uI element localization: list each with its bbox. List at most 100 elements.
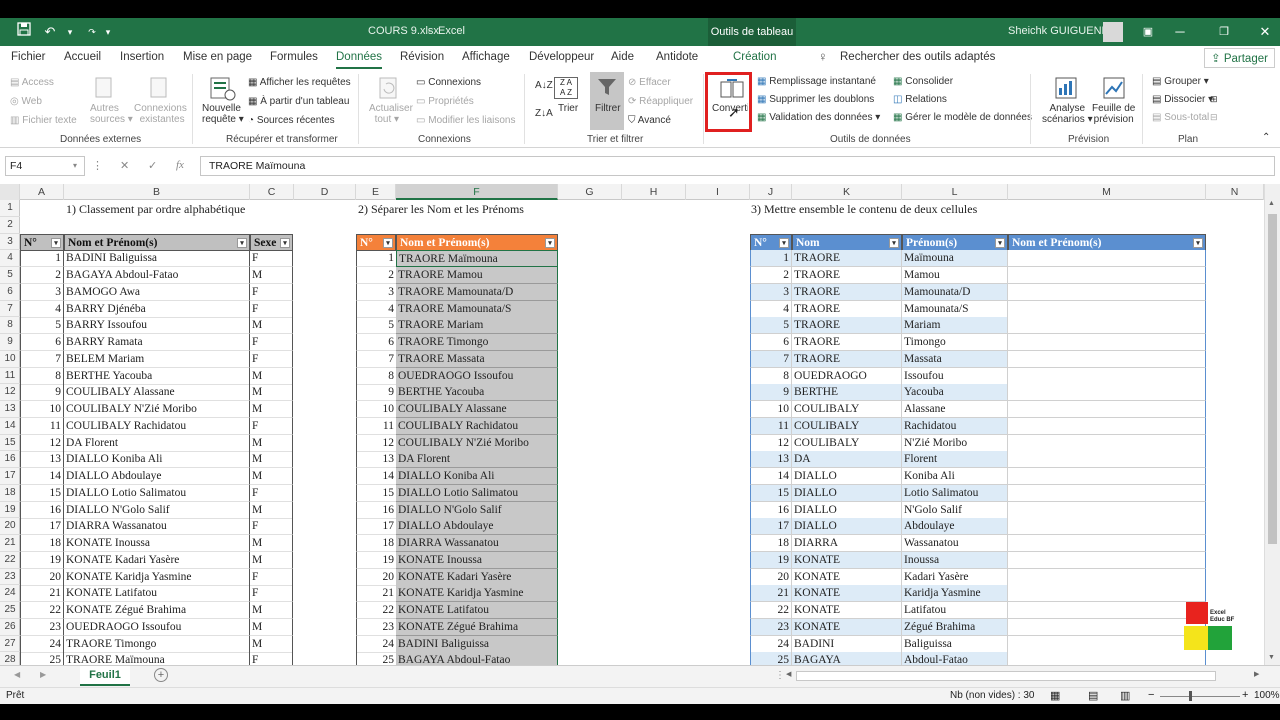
tab-affichage[interactable]: Affichage [462,51,510,63]
table1-cell[interactable]: M [250,501,293,519]
table1-cell[interactable]: M [250,384,293,402]
table2-cell[interactable]: 20 [356,568,396,586]
table3-cell[interactable]: BADINI [792,635,902,653]
table3-cell[interactable]: 1 [750,250,792,268]
row-header[interactable]: 7 [0,301,20,318]
scroll-up-icon[interactable]: ▲ [1268,200,1275,207]
table1-cell[interactable]: F [250,484,293,502]
table3-cell[interactable]: Issoufou [902,367,1008,385]
table3-cell[interactable] [1008,618,1206,636]
table1-cell[interactable]: COULIBALY Rachidatou [64,417,250,435]
subtotal-button[interactable]: ▤ Sous-total [1152,112,1209,123]
table2-cell[interactable]: 17 [356,518,396,536]
table3-cell[interactable]: 19 [750,551,792,569]
tab-formules[interactable]: Formules [270,51,318,63]
row-header[interactable]: 26 [0,619,20,636]
col-header-d[interactable]: D [294,184,356,200]
table2-cell[interactable]: 3 [356,283,396,301]
close-icon[interactable]: ✕ [1255,22,1275,42]
refresh-all-button[interactable]: Actualiser tout ▾ [369,103,413,125]
row-header[interactable]: 9 [0,334,20,351]
table1-cell[interactable]: DIALLO Lotio Salimatou [64,484,250,502]
row-header[interactable]: 8 [0,317,20,334]
row-header[interactable]: 3 [0,234,20,251]
table2-cell[interactable]: 2 [356,267,396,284]
col-header-e[interactable]: E [356,184,396,200]
row-header[interactable]: 5 [0,267,20,284]
filter-dropdown-icon[interactable]: ▾ [51,237,61,248]
table1-cell[interactable]: TRAORE Timongo [64,635,250,653]
table3-cell[interactable]: 16 [750,501,792,519]
table3-cell[interactable]: 20 [750,568,792,586]
table3-cell[interactable]: BAGAYA [792,652,902,665]
zoom-slider[interactable] [1160,696,1240,697]
table2-cell[interactable]: 5 [356,317,396,335]
table3-header[interactable]: N° ▾ [750,233,792,251]
table3-cell[interactable]: TRAORE [792,350,902,368]
col-header-n[interactable]: N [1206,184,1264,200]
table3-cell[interactable]: Yacouba [902,384,1008,402]
table1-cell[interactable]: F [250,300,293,318]
table2-cell[interactable]: 25 [356,652,396,665]
filter-dropdown-icon[interactable]: ▾ [280,237,290,248]
table3-cell[interactable] [1008,568,1206,586]
row-header[interactable]: 19 [0,502,20,519]
table3-cell[interactable] [1008,518,1206,536]
filter-button[interactable]: Filtrer [595,103,621,114]
table1-cell[interactable]: M [250,635,293,653]
tell-me-search[interactable]: Rechercher des outils adaptés [840,51,995,63]
table1-cell[interactable]: COULIBALY N'Zié Moribo [64,401,250,418]
row-header[interactable]: 23 [0,569,20,586]
table3-cell[interactable] [1008,652,1206,665]
table2-cell[interactable]: 8 [356,367,396,385]
table3-cell[interactable] [1008,635,1206,653]
table1-cell[interactable]: BAGAYA Abdoul-Fatao [64,267,250,284]
table1-cell[interactable]: F [250,283,293,301]
col-header-a[interactable]: A [20,184,64,200]
table3-cell[interactable]: 4 [750,300,792,318]
select-all-button[interactable] [0,184,20,200]
table3-cell[interactable]: Kadari Yasère [902,568,1008,586]
table1-cell[interactable]: M [250,401,293,418]
table2-cell[interactable]: COULIBALY Rachidatou [396,417,558,435]
table3-cell[interactable]: 3 [750,283,792,301]
table3-cell[interactable]: 18 [750,535,792,552]
table1-cell[interactable]: 11 [20,417,64,435]
collapse-ribbon-icon[interactable]: ⌃ [1262,132,1270,143]
table2-cell[interactable]: BAGAYA Abdoul-Fatao [396,652,558,665]
table1-cell[interactable]: F [250,585,293,603]
table1-cell[interactable]: 1 [20,250,64,268]
table2-cell[interactable]: 24 [356,635,396,653]
row-header[interactable]: 1 [0,200,20,217]
table1-header[interactable]: Nom et Prénom(s) ▾ [64,233,250,251]
scroll-down-icon[interactable]: ▼ [1268,654,1275,661]
table1-cell[interactable]: M [250,468,293,485]
tab-creation[interactable]: Création [733,51,776,63]
table2-cell[interactable]: 14 [356,468,396,485]
table1-cell[interactable]: 4 [20,300,64,318]
tab-aide[interactable]: Aide [611,51,634,63]
table3-cell[interactable] [1008,585,1206,603]
data-validation-button[interactable]: ▦ Validation des données ▾ [757,112,880,123]
table1-cell[interactable]: 6 [20,334,64,351]
table2-header[interactable]: Nom et Prénom(s) ▾ [396,233,558,251]
table3-cell[interactable]: Baliguissa [902,635,1008,653]
table1-cell[interactable]: 5 [20,317,64,335]
table1-cell[interactable]: M [250,551,293,569]
formula-input[interactable]: TRAORE Maïmouna [200,156,1275,176]
table3-cell[interactable]: 12 [750,434,792,452]
minimize-icon[interactable]: ─ [1170,22,1190,42]
row-header[interactable]: 24 [0,585,20,602]
table1-cell[interactable]: DA Florent [64,434,250,452]
table1-cell[interactable]: M [250,535,293,552]
name-box-dropdown-icon[interactable]: ▾ [73,161,77,170]
normal-view-icon[interactable]: ▦ [1050,689,1060,702]
table1-cell[interactable]: 15 [20,484,64,502]
table3-cell[interactable]: Mamounata/D [902,283,1008,301]
table1-cell[interactable]: 14 [20,468,64,485]
edit-links-button[interactable]: ▭ Modifier les liaisons [416,115,516,126]
customize-toolbar-icon[interactable]: ▾ [98,22,118,42]
zoom-level[interactable]: 100% [1254,690,1280,701]
table1-header[interactable]: Sexe ▾ [250,233,293,251]
table3-cell[interactable]: KONATE [792,551,902,569]
